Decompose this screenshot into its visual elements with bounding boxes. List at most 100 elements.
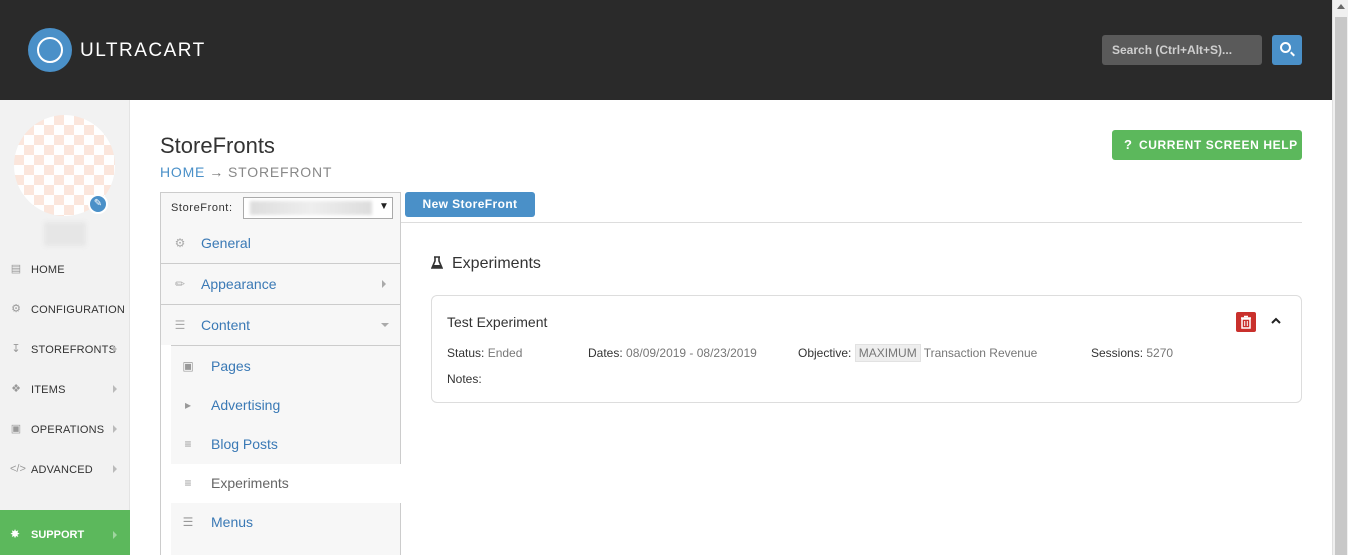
sidebar-item-label: SUPPORT [31, 529, 85, 541]
submenu-item-label: Experiments [211, 475, 289, 491]
status-value: Ended [487, 346, 523, 360]
chevron-down-icon [381, 323, 389, 327]
experiment-sessions: Sessions: 5270 [1091, 346, 1173, 360]
page-icon: ▣ [182, 359, 194, 373]
cart-icon: ↧ [11, 343, 21, 355]
submenu-item-label: Blog Posts [211, 436, 278, 452]
experiment-name: Test Experiment [447, 314, 548, 330]
storefront-label: StoreFront: [171, 202, 233, 214]
sidebar-item-operations[interactable]: ▣ OPERATIONS [0, 415, 130, 445]
chevron-right-icon [382, 280, 386, 288]
gear-icon: ⚙ [11, 303, 21, 315]
brush-icon: ✏ [174, 277, 186, 291]
megaphone-icon: ▸ [184, 398, 192, 412]
experiments-heading-text: Experiments [452, 255, 541, 272]
submenu-item-pages[interactable]: ▣ Pages [171, 347, 400, 386]
submenu-indent [161, 345, 171, 555]
breadcrumb-home-link[interactable]: HOME [160, 164, 205, 180]
scroll-up-arrow-icon[interactable] [1337, 4, 1345, 9]
trash-icon [1241, 315, 1251, 329]
new-storefront-button[interactable]: New StoreFront [405, 192, 535, 217]
delete-experiment-button[interactable] [1236, 312, 1256, 332]
chevron-right-icon [113, 465, 117, 473]
chevron-right-icon [113, 385, 117, 393]
list-icon: ☰ [174, 318, 186, 332]
experiment-dates: Dates: 08/09/2019 - 08/23/2019 [588, 346, 757, 360]
breadcrumb: HOME → STOREFRONT [160, 164, 332, 180]
experiment-card: Test Experiment Status: Ended Dates: 08/… [431, 295, 1302, 403]
flask-icon [431, 256, 443, 269]
experiments-heading: Experiments [431, 255, 541, 273]
menu-item-general[interactable]: ⚙ General [161, 223, 400, 264]
lines-icon: ≡ [184, 437, 192, 451]
username-redacted [44, 222, 86, 246]
code-icon: </> [10, 463, 26, 475]
submenu-item-advertising[interactable]: ▸ Advertising [171, 386, 400, 425]
submenu-item-label: Pages [211, 358, 251, 374]
gear-icon: ⚙ [174, 236, 186, 250]
lightbulb-icon: ✸ [10, 527, 21, 541]
dates-value: 08/09/2019 - 08/23/2019 [626, 346, 757, 360]
submenu-item-label: Menus [211, 514, 254, 530]
current-screen-help-button[interactable]: ? CURRENT SCREEN HELP [1112, 130, 1302, 160]
chevron-right-icon [113, 425, 117, 433]
menu-item-label: Appearance [201, 276, 277, 292]
menu-item-content[interactable]: ☰ Content [161, 305, 400, 346]
sidebar-item-label: OPERATIONS [31, 424, 105, 436]
help-button-label: CURRENT SCREEN HELP [1139, 138, 1298, 152]
storefront-dropdown[interactable]: ▼ [243, 197, 393, 219]
menu-item-label: Content [201, 317, 251, 333]
storefront-selector: StoreFront: ▼ [160, 192, 401, 223]
objective-badge: MAXIMUM [854, 344, 921, 362]
objective-value: Transaction Revenue [923, 346, 1038, 360]
storefront-value-redacted [250, 201, 372, 215]
search-input[interactable] [1102, 35, 1262, 65]
sidebar-item-configuration[interactable]: ⚙ CONFIGURATION [0, 295, 130, 325]
experiment-notes-label: Notes: [447, 372, 482, 386]
submenu-item-label: Advertising [211, 397, 281, 413]
collapse-experiment-button[interactable] [1268, 312, 1284, 330]
left-sidebar: ✎ ▤ HOME ⚙ CONFIGURATION ↧ STOREFRONTS ❖… [0, 100, 130, 555]
content-divider [401, 222, 1302, 223]
search-button[interactable] [1272, 35, 1302, 65]
sidebar-item-advanced[interactable]: </> ADVANCED [0, 455, 130, 485]
sidebar-item-storefronts[interactable]: ↧ STOREFRONTS [0, 335, 130, 365]
objective-label: Objective: [798, 346, 852, 360]
sidebar-item-label: CONFIGURATION [31, 304, 126, 316]
sidebar-item-label: ADVANCED [31, 464, 93, 476]
tags-icon: ❖ [11, 383, 21, 395]
page-title: StoreFronts [160, 133, 275, 158]
menu-item-label: General [201, 235, 251, 251]
sessions-value: 5270 [1146, 346, 1174, 360]
sidebar-item-label: ITEMS [31, 384, 66, 396]
experiment-objective: Objective: MAXIMUM Transaction Revenue [798, 344, 1037, 362]
submenu-item-blog-posts[interactable]: ≡ Blog Posts [171, 425, 400, 464]
sidebar-item-support[interactable]: ✸ SUPPORT [0, 510, 130, 555]
storefront-menu: ⚙ General ✏ Appearance ☰ Content ▣ Pages… [160, 223, 402, 555]
ultracart-logo-icon[interactable] [28, 28, 72, 72]
sessions-label: Sessions: [1091, 346, 1144, 360]
sidebar-item-home[interactable]: ▤ HOME [0, 255, 130, 285]
chevron-up-icon [1271, 317, 1281, 324]
sidebar-item-items[interactable]: ❖ ITEMS [0, 375, 130, 405]
chevron-right-icon [113, 345, 117, 353]
edit-avatar-pencil-icon[interactable]: ✎ [88, 194, 108, 214]
experiment-status: Status: Ended [447, 346, 522, 360]
sidebar-item-label: STOREFRONTS [31, 344, 117, 356]
brand-name[interactable]: ULTRACART [80, 40, 206, 62]
vertical-scrollbar[interactable] [1332, 0, 1348, 555]
chevron-right-icon [113, 531, 117, 539]
submenu-item-experiments[interactable]: ≡ Experiments [171, 464, 402, 503]
dates-label: Dates: [588, 346, 623, 360]
menu-item-appearance[interactable]: ✏ Appearance [161, 264, 400, 305]
question-icon: ? [1124, 137, 1133, 152]
dropdown-arrow-icon: ▼ [379, 201, 389, 212]
scrollbar-thumb[interactable] [1335, 17, 1347, 555]
lines-icon: ≡ [184, 476, 192, 490]
breadcrumb-current: STOREFRONT [228, 164, 333, 180]
briefcase-icon: ▣ [10, 423, 22, 435]
status-label: Status: [447, 346, 485, 360]
breadcrumb-separator: → [209, 164, 225, 180]
submenu-item-menus[interactable]: ☰ Menus [171, 503, 400, 542]
sidebar-item-label: HOME [31, 264, 65, 276]
